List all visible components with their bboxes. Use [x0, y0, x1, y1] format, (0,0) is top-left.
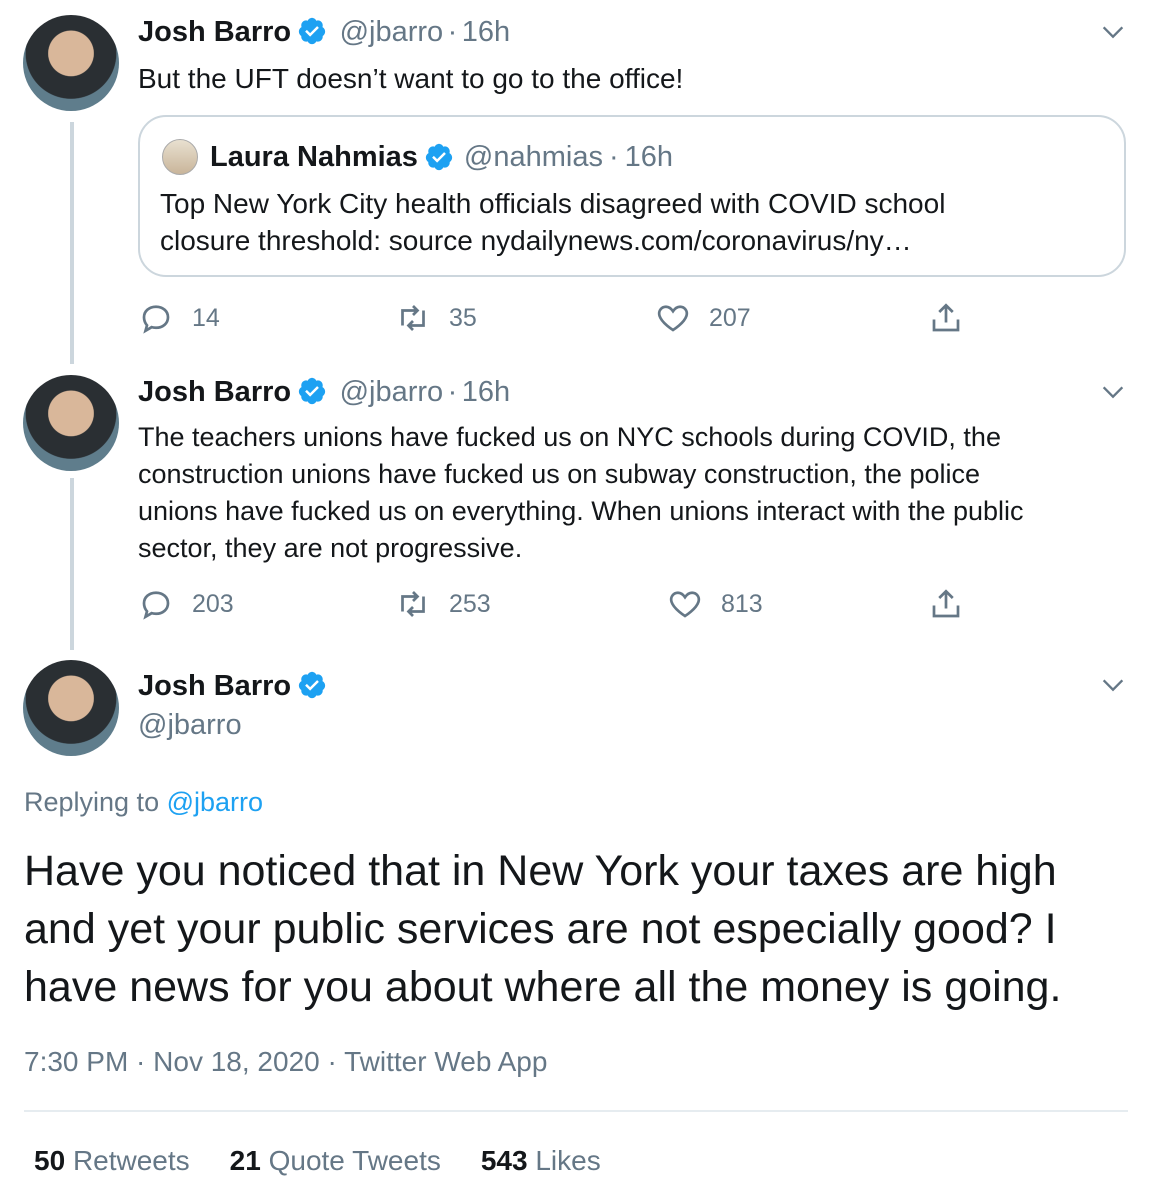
text-line: unions have fucked us on everything. Whe…: [138, 496, 1024, 526]
text-line: have news for you about where all the mo…: [24, 963, 1062, 1011]
verified-badge-icon: [424, 142, 454, 172]
avatar: [162, 139, 198, 175]
retweet-count: 253: [449, 589, 491, 618]
tweet-header: Josh Barro: [138, 670, 327, 703]
author-handle: @nahmias: [463, 140, 603, 173]
verified-badge-icon: [297, 670, 327, 700]
author-handle[interactable]: @jbarro: [138, 709, 242, 742]
author-name: Laura Nahmias: [210, 140, 418, 173]
text-line: sector, they are not progressive.: [138, 533, 523, 563]
text-line: Have you noticed that in New York your t…: [24, 847, 1057, 895]
quoted-tweet-text: Top New York City health officials disag…: [160, 185, 945, 259]
tweet-time[interactable]: 16h: [462, 376, 510, 408]
author-name[interactable]: Josh Barro: [138, 670, 291, 702]
text-line: construction unions have fucked us on su…: [138, 459, 980, 489]
retweets-label: Retweets: [72, 1145, 190, 1176]
heart-icon: [667, 586, 703, 622]
retweet-button[interactable]: 253: [395, 586, 491, 622]
dot-separator: ·: [447, 376, 458, 408]
like-button[interactable]: 813: [667, 586, 763, 622]
verified-badge-icon: [297, 376, 327, 406]
reply-button[interactable]: 203: [138, 586, 234, 622]
like-button[interactable]: 207: [655, 300, 751, 336]
avatar[interactable]: [23, 660, 119, 756]
replying-handle-link[interactable]: @jbarro: [167, 787, 263, 817]
tweet-text: The teachers unions have fucked us on NY…: [138, 419, 1024, 567]
thread-connector: [70, 122, 74, 364]
author-handle[interactable]: @jbarro: [340, 376, 444, 408]
verified-badge-icon: [297, 16, 327, 46]
retweet-icon: [395, 586, 431, 622]
replying-label: Replying to: [24, 787, 160, 817]
like-count: 813: [721, 589, 763, 618]
chevron-down-icon[interactable]: [1099, 378, 1127, 406]
chevron-down-icon[interactable]: [1099, 671, 1127, 699]
dot-separator: ·: [447, 16, 458, 48]
text-line: and yet your public services are not esp…: [24, 905, 1057, 953]
divider: [24, 1110, 1128, 1112]
heart-icon: [655, 300, 691, 336]
quote-tweets-count: 21: [229, 1145, 261, 1176]
thread-connector: [70, 478, 74, 650]
share-icon: [928, 586, 964, 622]
tweet-time[interactable]: 16h: [462, 16, 510, 48]
tweet-header: Josh Barro @jbarro · 16h: [138, 376, 510, 409]
quoted-tweet[interactable]: Laura Nahmias @nahmias · 16h Top New Yor…: [138, 115, 1126, 277]
reply-count: 14: [192, 303, 220, 332]
retweet-button[interactable]: 35: [395, 300, 477, 336]
tweet-timestamp[interactable]: 7:30 PM · Nov 18, 2020 · Twitter Web App: [24, 1046, 547, 1078]
like-count: 207: [709, 303, 751, 332]
chevron-down-icon[interactable]: [1099, 18, 1127, 46]
quote-tweets-stat[interactable]: 21 Quote Tweets: [230, 1145, 441, 1177]
likes-label: Likes: [535, 1145, 601, 1176]
avatar[interactable]: [23, 15, 119, 111]
retweets-count: 50: [34, 1145, 66, 1176]
reply-button[interactable]: 14: [138, 300, 220, 336]
main-tweet-text: Have you noticed that in New York your t…: [24, 842, 1061, 1016]
text-line: Top New York City health officials disag…: [160, 188, 946, 219]
likes-stat[interactable]: 543 Likes: [481, 1145, 601, 1177]
retweets-stat[interactable]: 50 Retweets: [34, 1145, 190, 1177]
tweet-text: But the UFT doesn’t want to go to the of…: [138, 63, 684, 94]
text-line: The teachers unions have fucked us on NY…: [138, 422, 1001, 452]
tweet-time: 16h: [624, 140, 674, 173]
reply-icon: [138, 300, 174, 336]
retweet-count: 35: [449, 303, 477, 332]
retweet-icon: [395, 300, 431, 336]
reply-icon: [138, 586, 174, 622]
quote-tweets-label: Quote Tweets: [268, 1145, 441, 1176]
tweet-header: Josh Barro @jbarro · 16h: [138, 16, 510, 49]
dot-separator: ·: [608, 140, 619, 173]
avatar[interactable]: [23, 375, 119, 471]
tweet-stats: 50 Retweets 21 Quote Tweets 543 Likes: [34, 1145, 601, 1177]
replying-to: Replying to @jbarro: [24, 787, 263, 818]
author-name[interactable]: Josh Barro: [138, 376, 291, 408]
share-button[interactable]: [928, 300, 982, 336]
share-icon: [928, 300, 964, 336]
likes-count: 543: [480, 1145, 528, 1176]
share-button[interactable]: [928, 586, 982, 622]
quoted-tweet-header: Laura Nahmias @nahmias · 16h: [162, 139, 673, 175]
reply-count: 203: [192, 589, 234, 618]
author-name[interactable]: Josh Barro: [138, 16, 291, 48]
author-handle[interactable]: @jbarro: [340, 16, 444, 48]
text-line: closure threshold: source nydailynews.co…: [160, 225, 912, 256]
